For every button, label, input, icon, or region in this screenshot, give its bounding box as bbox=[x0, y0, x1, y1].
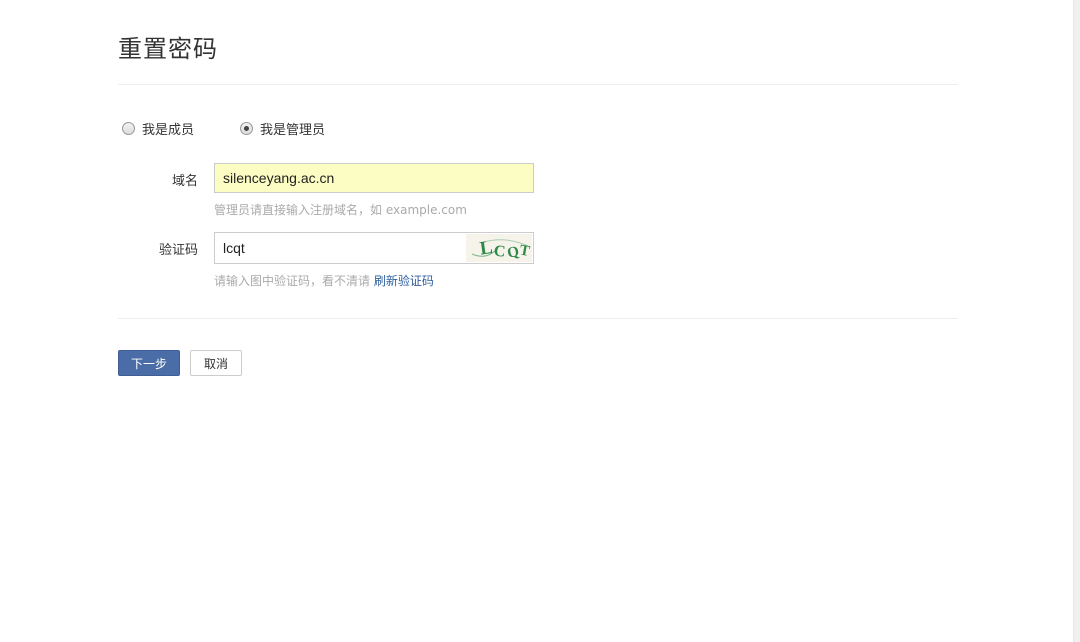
captcha-input[interactable] bbox=[215, 233, 465, 263]
captcha-image-graphic: L C Q T bbox=[471, 237, 531, 262]
captcha-glyph-2: C bbox=[493, 243, 506, 261]
page-title: 重置密码 bbox=[118, 35, 218, 63]
captcha-label: 验证码 bbox=[158, 243, 198, 258]
refresh-captcha-link[interactable]: 刷新验证码 bbox=[374, 274, 434, 288]
domain-label: 域名 bbox=[171, 174, 198, 189]
header-divider bbox=[118, 84, 958, 85]
form-divider bbox=[118, 318, 958, 319]
captcha-field: L C Q T bbox=[214, 232, 534, 264]
reset-password-page: 重置密码 我是成员 我是管理员 域名 管理员请直接输入注册域名，如 exampl… bbox=[0, 0, 1080, 642]
domain-hint: 管理员请直接输入注册域名，如 example.com bbox=[214, 203, 467, 217]
captcha-glyph-4: T bbox=[518, 242, 531, 259]
cancel-button[interactable]: 取消 bbox=[190, 350, 242, 376]
window-edge bbox=[1073, 0, 1080, 642]
captcha-glyphs: L C Q T bbox=[479, 237, 531, 262]
member-radio-option[interactable]: 我是成员 bbox=[122, 119, 194, 138]
role-radio-group: 我是成员 我是管理员 bbox=[122, 119, 325, 138]
admin-radio-button[interactable] bbox=[240, 121, 254, 135]
member-radio-button[interactable] bbox=[122, 121, 135, 135]
next-button[interactable]: 下一步 bbox=[118, 350, 180, 376]
admin-radio-label: 我是管理员 bbox=[260, 122, 326, 138]
admin-radio-option[interactable]: 我是管理员 bbox=[240, 119, 325, 138]
captcha-hint-text: 请输入图中验证码，看不清请 bbox=[214, 274, 371, 288]
member-radio-label: 我是成员 bbox=[142, 122, 195, 138]
captcha-image[interactable]: L C Q T bbox=[466, 234, 532, 262]
domain-input[interactable] bbox=[214, 163, 534, 193]
captcha-hint: 请输入图中验证码，看不清请 刷新验证码 bbox=[214, 272, 434, 289]
